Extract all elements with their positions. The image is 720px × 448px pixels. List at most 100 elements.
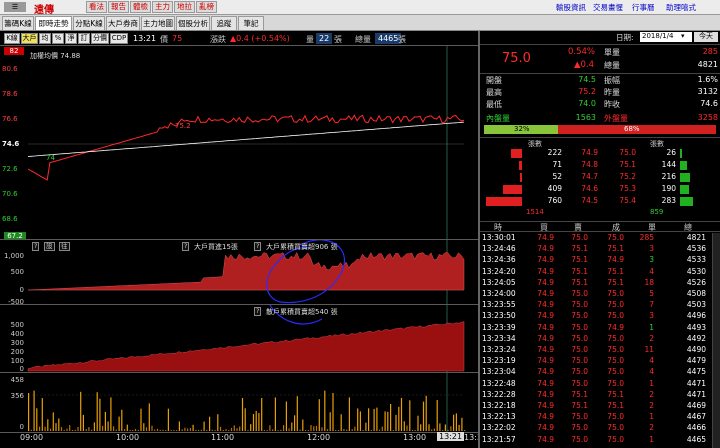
today-button[interactable]: 今天 (694, 32, 718, 42)
volume-bar (132, 429, 134, 431)
link-stock-info[interactable]: 輸股資訊 (556, 2, 586, 13)
tab-main-map[interactable]: 主力地圖 (141, 16, 175, 30)
trade-total: 4492 (686, 333, 706, 343)
tab-realtime[interactable]: 即時走勢 (35, 16, 72, 30)
tab-stock-analysis[interactable]: 個股分析 (176, 16, 210, 30)
trade-header: 時 買 賣 成 單 總 (480, 221, 720, 232)
volume-bar (239, 426, 241, 431)
trade-total: 4821 (686, 233, 706, 242)
volume-bar (305, 430, 307, 431)
chart-toolbar: K線 大戶 均 % 淨 訂 分價 CDP 13:21 價 75 漲跌 ▲0.4 … (0, 32, 478, 45)
y-label: 300 (10, 339, 24, 347)
volume-unit: 張 (334, 35, 342, 44)
volume-bar (178, 421, 180, 431)
volume-bar (326, 429, 329, 431)
volume-bar (398, 406, 400, 431)
volume-bar (137, 429, 139, 431)
trade-ask: 75.1 (571, 255, 588, 265)
volume-bar (162, 429, 164, 431)
net-button[interactable]: 淨 (65, 33, 77, 44)
main-force-button[interactable]: 主力 (152, 1, 173, 13)
volume-bar (228, 430, 230, 431)
cdp-button[interactable]: CDP (110, 33, 128, 44)
trade-total: 4471 (686, 378, 706, 388)
trade-total: 4503 (686, 300, 706, 310)
price-chart (27, 46, 465, 240)
link-calendar[interactable]: 行事曆 (632, 2, 655, 13)
order-button[interactable]: 訂 (78, 33, 90, 44)
kline-button[interactable]: K線 (4, 33, 20, 44)
outer-vol-label: 外盤量 (604, 114, 628, 123)
bid-price: 74.9 (581, 148, 598, 157)
volume-bar (409, 400, 411, 431)
trade-bid: 74.9 (537, 300, 554, 310)
trade-ask: 75.0 (571, 345, 588, 354)
price-dist-button[interactable]: 分價 (91, 33, 109, 44)
retail-panel: ? 散戶累積買賣超540 張 500 400 300 200 100 0 (0, 304, 478, 373)
volume-chart (28, 373, 466, 433)
volume-bar (154, 429, 156, 431)
tab-chip-kline[interactable]: 籌碼K線 (2, 16, 34, 30)
change-amount: ▲0.4 (574, 60, 595, 70)
volume-bar (417, 415, 419, 431)
link-trade-screen[interactable]: 交易畫惺 (593, 2, 623, 13)
trade-bid: 74.9 (537, 233, 554, 242)
trade-total: 4490 (686, 345, 706, 354)
volume-bar (250, 424, 252, 431)
volume-bar (36, 408, 38, 431)
tab-branch-kline[interactable]: 分點K線 (73, 16, 105, 30)
y-label: 0 (19, 286, 24, 294)
bigholder-area (27, 251, 465, 291)
ask-qty: 216 (661, 172, 676, 181)
percent-button[interactable]: % (52, 33, 64, 44)
volume-bar (60, 427, 63, 431)
link-assistant[interactable]: 助理嘻式 (666, 2, 696, 13)
settings-button[interactable]: 設 (44, 242, 55, 251)
tab-notes[interactable]: 筆記 (238, 16, 264, 30)
tab-big-brokers[interactable]: 大戶券商 (106, 16, 140, 30)
help-icon[interactable]: ? (254, 242, 262, 251)
price-line (27, 114, 465, 181)
help-icon[interactable]: ? (254, 307, 262, 316)
single-vol: 285 (702, 47, 718, 56)
volume-bar (225, 429, 227, 431)
volume-bar (110, 397, 112, 431)
trade-ask: 75.0 (571, 233, 588, 242)
volume-bar (88, 427, 90, 431)
calendar-dropdown-icon[interactable]: ▾ (681, 32, 685, 40)
tab-track[interactable]: 追蹤 (211, 16, 237, 30)
volume-bar (261, 398, 263, 431)
report-button[interactable]: 報告 (108, 1, 129, 13)
trade-price: 75.0 (607, 345, 624, 354)
trade-time: 13:23:34 (482, 333, 516, 343)
volume-bar (55, 423, 57, 431)
amplitude-value: 1.6% (697, 75, 718, 84)
trade-qty: 285 (639, 233, 654, 242)
trade-list-scrollbar[interactable] (712, 233, 720, 448)
pull-button[interactable]: 地拉 (174, 1, 195, 13)
volume-bar (58, 418, 60, 431)
trade-ask: 75.0 (571, 289, 588, 298)
volume-bar (291, 422, 293, 431)
trade-total: 4465 (686, 434, 706, 444)
volume-bar (313, 426, 315, 431)
trade-ask: 75.0 (571, 434, 588, 444)
average-button[interactable]: 均 (39, 33, 51, 44)
trade-ask: 75.0 (571, 322, 588, 332)
rank-button[interactable]: 亂榜 (196, 1, 217, 13)
volume-bar (85, 429, 87, 431)
volume-label: 量 (306, 35, 314, 44)
help-icon[interactable]: ? (32, 242, 40, 251)
volume-bar (318, 399, 320, 431)
help-icon[interactable]: ? (182, 242, 190, 251)
check-button[interactable]: 體檢 (130, 1, 151, 13)
trade-bid: 74.9 (537, 322, 554, 332)
prev-button[interactable]: 往 (59, 242, 70, 251)
trade-time: 13:24:36 (482, 255, 516, 265)
volume-bar (113, 426, 115, 431)
view-button[interactable]: 看法 (86, 1, 107, 13)
bid-qty: 222 (547, 148, 562, 157)
trade-time: 13:24:00 (482, 289, 516, 298)
y-label: 68.6 (2, 215, 18, 223)
bigholder-button[interactable]: 大戶 (21, 33, 38, 44)
